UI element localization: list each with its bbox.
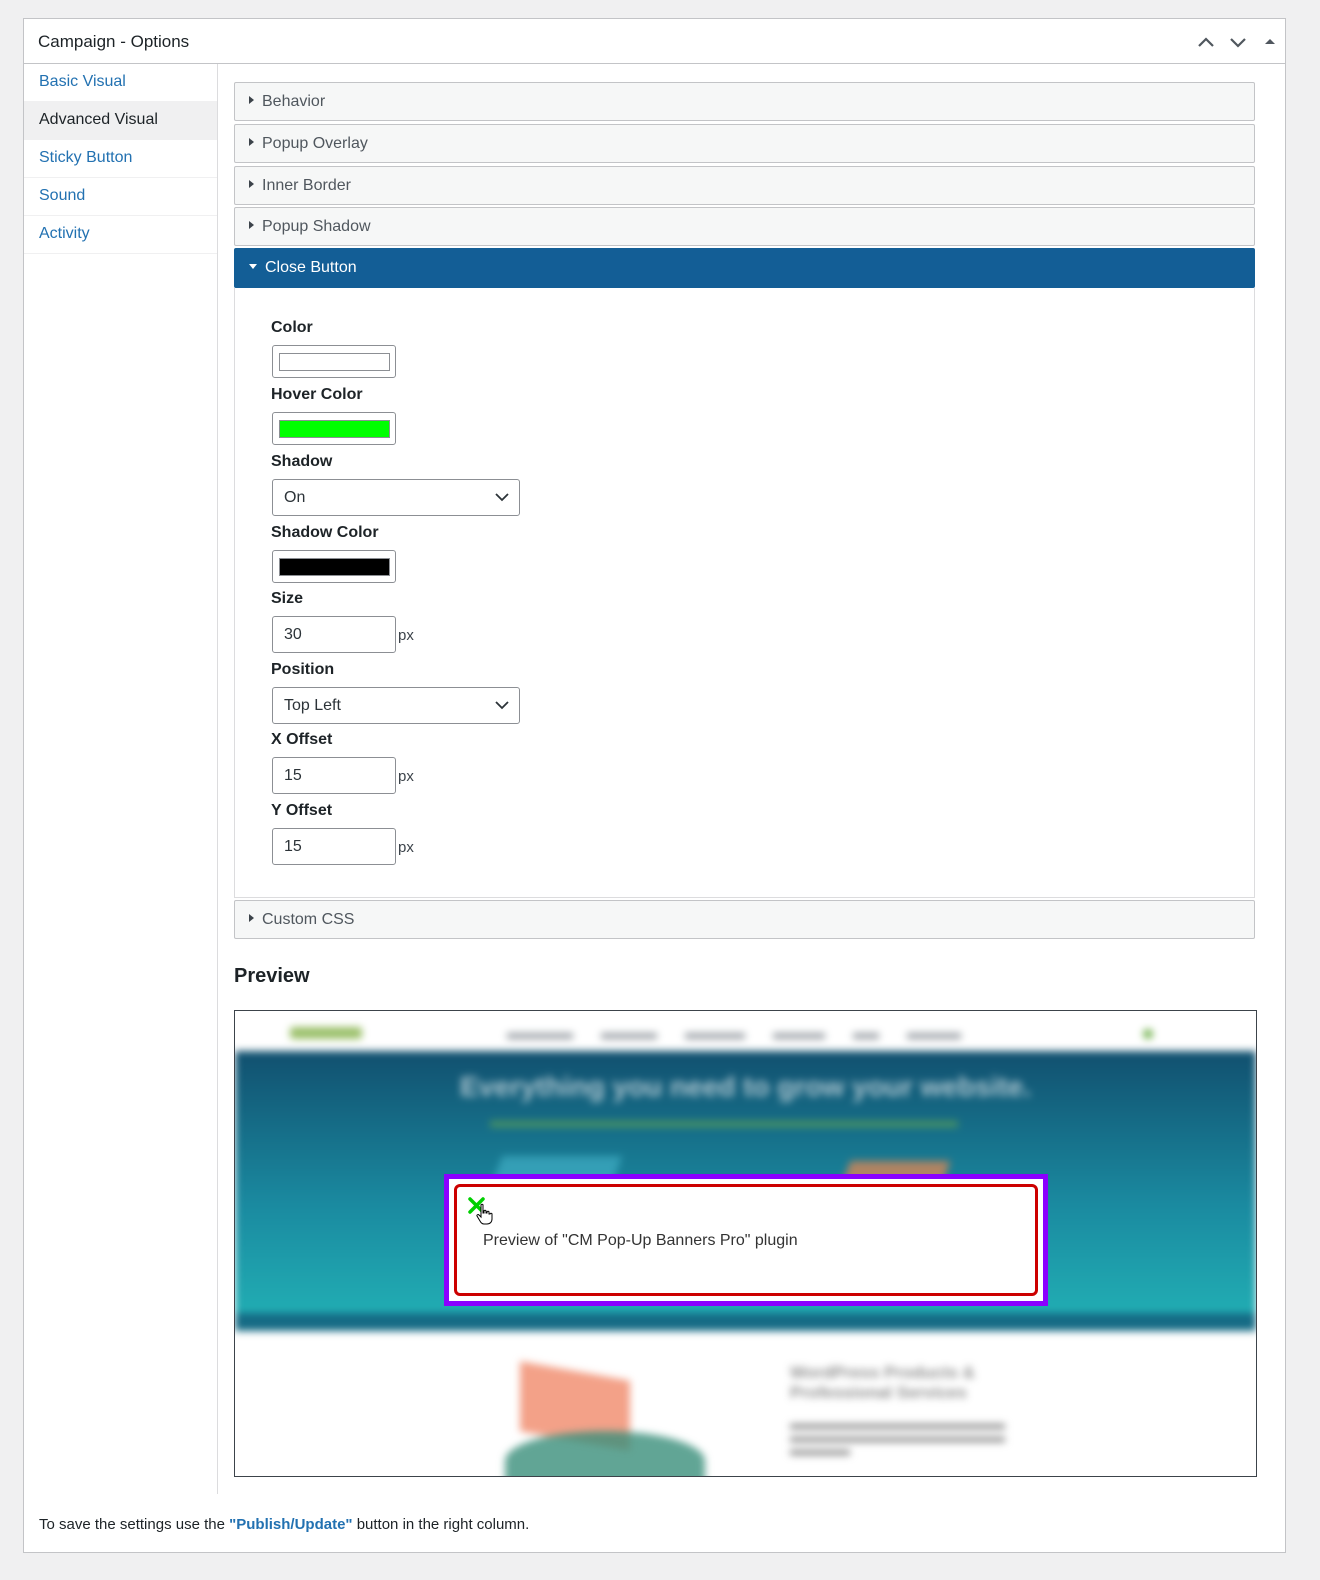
color-chip [279, 353, 390, 371]
sidebar-item-activity[interactable]: Activity [24, 216, 217, 254]
accordion-label: Popup Shadow [262, 218, 371, 235]
accordion-custom-css[interactable]: Custom CSS [234, 900, 1255, 939]
caret-right-icon [249, 180, 254, 188]
preview-site-text-line [790, 1437, 1005, 1442]
x-offset-label: X Offset [271, 731, 333, 748]
preview-site-text-line [790, 1450, 850, 1455]
preview-popup-inner: Preview of "CM Pop-Up Banners Pro" plugi… [454, 1184, 1038, 1296]
hover-color-chip [279, 420, 390, 438]
accordion-popup-overlay[interactable]: Popup Overlay [234, 124, 1255, 163]
preview-nav-item [907, 1033, 961, 1039]
preview-hero-bar [235, 1313, 1256, 1331]
accordion-label: Close Button [265, 259, 357, 276]
shadow-label: Shadow [271, 453, 333, 470]
caret-right-icon [249, 138, 254, 146]
accordion-label: Behavior [262, 93, 326, 110]
accordion-label: Inner Border [262, 177, 351, 194]
accordion-close-button[interactable]: Close Button [234, 248, 1255, 288]
x-offset-input[interactable]: 15 [272, 757, 396, 794]
caret-right-icon [249, 221, 254, 229]
chevron-down-icon [1230, 38, 1246, 48]
preview-nav-item [601, 1033, 657, 1039]
caret-right-icon [249, 914, 254, 922]
shadow-select[interactable]: On [272, 479, 520, 516]
preview-nav-item [853, 1033, 879, 1039]
preview-title: Preview [234, 965, 310, 987]
hand-pointer-icon [476, 1203, 494, 1225]
y-offset-unit: px [398, 839, 414, 856]
caret-right-icon [249, 96, 254, 104]
preview-site-navbar [235, 1011, 1256, 1051]
preview-nav-item [685, 1033, 745, 1039]
x-offset-unit: px [398, 768, 414, 785]
campaign-options-panel: Campaign - Options Basic Visual Advanced… [23, 18, 1286, 1553]
accordion-label: Custom CSS [262, 911, 355, 928]
preview-popup-text: Preview of "CM Pop-Up Banners Pro" plugi… [483, 1232, 798, 1249]
preview-hero-headline: Everything you need to grow your website… [460, 1071, 1031, 1102]
preview-nav-item [507, 1033, 573, 1039]
accordion-behavior[interactable]: Behavior [234, 82, 1255, 121]
preview-site-illustration-hill [505, 1431, 705, 1476]
size-input[interactable]: 30 [272, 616, 396, 653]
size-label: Size [271, 590, 304, 607]
accordion-inner-border[interactable]: Inner Border [234, 166, 1255, 205]
toggle-panel-button[interactable] [1258, 31, 1282, 53]
panel-title: Campaign - Options [38, 32, 190, 51]
preview-site-text-line [790, 1424, 1005, 1429]
chevron-down-icon [495, 493, 509, 502]
preview-hero-subline [490, 1121, 958, 1127]
sidebar-item-advanced-visual[interactable]: Advanced Visual [24, 102, 217, 140]
position-select[interactable]: Top Left [272, 687, 520, 724]
triangle-up-icon [1265, 39, 1275, 44]
chevron-down-icon [495, 701, 509, 710]
shadow-color-label: Shadow Color [271, 524, 379, 541]
close-button-settings: Color Hover Color Shadow On Shadow Color… [234, 288, 1255, 898]
preview-nav-item [773, 1033, 825, 1039]
save-note-text-end: button in the right column. [352, 1516, 530, 1533]
panel-header: Campaign - Options [24, 19, 1285, 64]
sidebar-item-sound[interactable]: Sound [24, 178, 217, 216]
caret-down-icon [249, 264, 257, 269]
sidebar-item-sticky-button[interactable]: Sticky Button [24, 140, 217, 178]
position-label: Position [271, 661, 335, 678]
y-offset-label: Y Offset [271, 802, 333, 819]
shadow-color-chip [279, 558, 390, 576]
publish-update-highlight: "Publish/Update" [229, 1516, 353, 1533]
sidebar-item-basic-visual[interactable]: Basic Visual [24, 64, 217, 102]
y-offset-input[interactable]: 15 [272, 828, 396, 865]
preview-popup: Preview of "CM Pop-Up Banners Pro" plugi… [444, 1174, 1048, 1306]
preview-site-section-title: WordPress Products & Professional Servic… [790, 1363, 975, 1402]
color-label: Color [271, 319, 313, 336]
hover-color-picker-button[interactable] [272, 412, 396, 445]
move-up-button[interactable] [1194, 31, 1218, 53]
shadow-select-value: On [284, 489, 306, 506]
options-sidebar: Basic Visual Advanced Visual Sticky Butt… [24, 64, 218, 1494]
move-down-button[interactable] [1226, 31, 1250, 53]
preview-frame: Everything you need to grow your website… [234, 1010, 1257, 1477]
save-settings-note: To save the settings use the "Publish/Up… [39, 1516, 529, 1533]
position-select-value: Top Left [284, 697, 341, 714]
preview-nav-search [1143, 1029, 1153, 1039]
accordion-popup-shadow[interactable]: Popup Shadow [234, 207, 1255, 246]
color-picker-button[interactable] [272, 345, 396, 378]
preview-site-logo [290, 1027, 362, 1039]
accordion-label: Popup Overlay [262, 135, 368, 152]
shadow-color-picker-button[interactable] [272, 550, 396, 583]
save-note-text: To save the settings use the [39, 1516, 230, 1533]
chevron-up-icon [1198, 37, 1214, 47]
hover-color-label: Hover Color [271, 386, 363, 403]
size-unit: px [398, 627, 414, 644]
